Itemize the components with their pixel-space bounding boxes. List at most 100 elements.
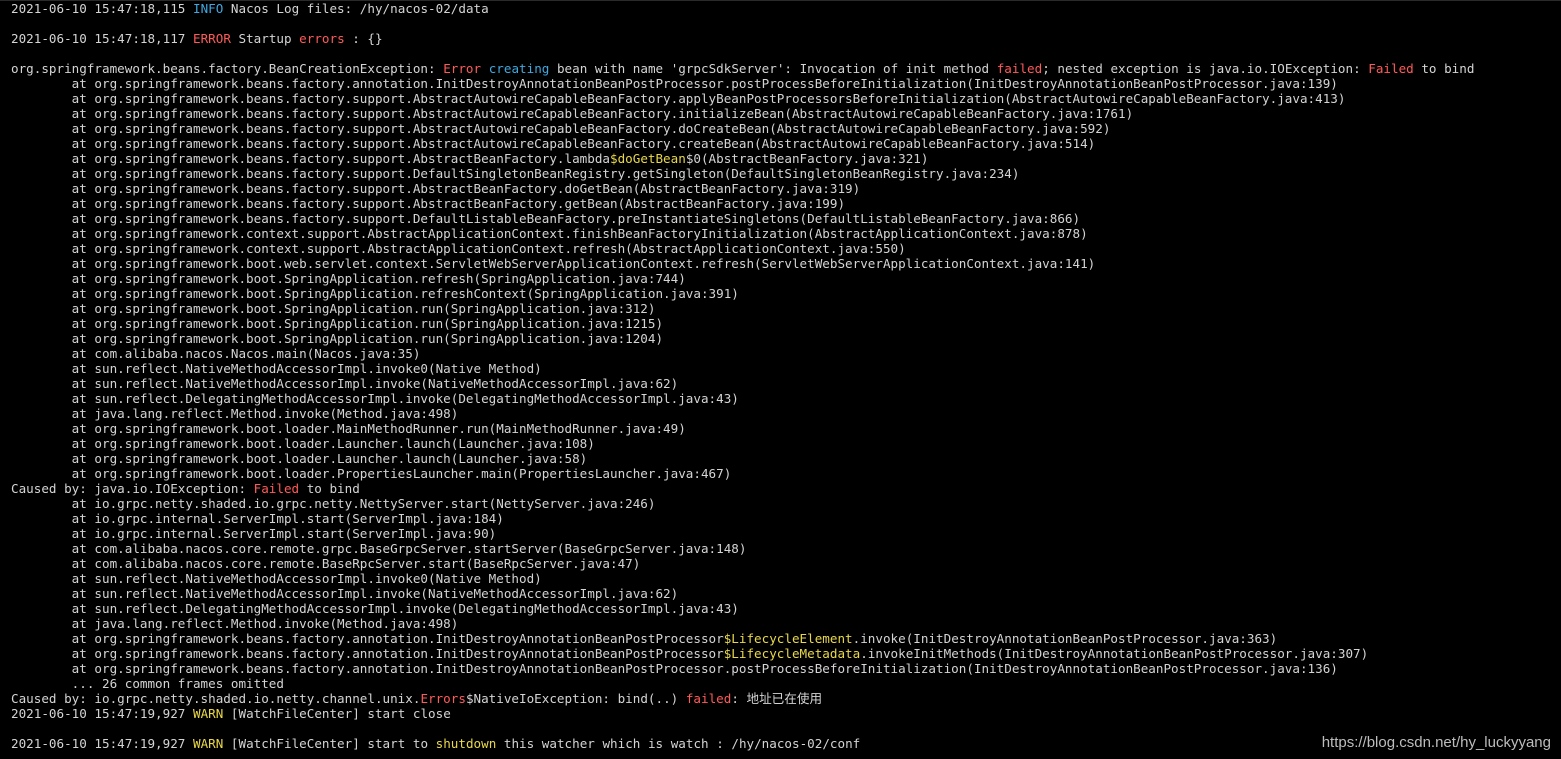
log-line: at org.springframework.context.support.A… bbox=[11, 226, 1561, 241]
log-segment: at org.springframework.boot.loader.Prope… bbox=[11, 466, 732, 481]
log-segment: [WatchFileCenter] start to bbox=[223, 736, 436, 751]
log-segment: $LifecycleElement bbox=[723, 631, 853, 646]
log-segment: at com.alibaba.nacos.Nacos.main(Nacos.ja… bbox=[11, 346, 421, 361]
log-segment: WARN bbox=[192, 706, 224, 721]
log-line: at org.springframework.beans.factory.sup… bbox=[11, 151, 1561, 166]
watermark: https://blog.csdn.net/hy_luckyyang bbox=[1321, 734, 1551, 751]
log-segment: at java.lang.reflect.Method.invoke(Metho… bbox=[11, 616, 459, 631]
log-line: at org.springframework.beans.factory.ann… bbox=[11, 661, 1561, 676]
log-line: at org.springframework.boot.web.servlet.… bbox=[11, 256, 1561, 271]
log-segment: at org.springframework.context.support.A… bbox=[11, 226, 1088, 241]
log-segment: at java.lang.reflect.Method.invoke(Metho… bbox=[11, 406, 459, 421]
log-segment: $0(AbstractBeanFactory.java:321) bbox=[685, 151, 929, 166]
log-segment: Failed bbox=[253, 481, 300, 496]
log-line: at org.springframework.boot.loader.Prope… bbox=[11, 466, 1561, 481]
log-segment: at org.springframework.beans.factory.sup… bbox=[11, 166, 1020, 181]
log-line: at org.springframework.boot.loader.MainM… bbox=[11, 421, 1561, 436]
log-segment: to bind bbox=[1413, 61, 1475, 76]
log-segment: at org.springframework.boot.SpringApplic… bbox=[11, 301, 656, 316]
log-line: at org.springframework.boot.SpringApplic… bbox=[11, 271, 1561, 286]
log-line: at java.lang.reflect.Method.invoke(Metho… bbox=[11, 616, 1561, 631]
log-segment: at org.springframework.beans.factory.ann… bbox=[11, 661, 1338, 676]
log-segment: [WatchFileCenter] start close bbox=[223, 706, 451, 721]
log-line: at sun.reflect.NativeMethodAccessorImpl.… bbox=[11, 571, 1561, 586]
log-line: at io.grpc.internal.ServerImpl.start(Ser… bbox=[11, 526, 1561, 541]
log-line: at sun.reflect.DelegatingMethodAccessorI… bbox=[11, 601, 1561, 616]
log-segment: Error bbox=[443, 61, 482, 76]
log-segment: at sun.reflect.DelegatingMethodAccessorI… bbox=[11, 601, 739, 616]
log-segment: at io.grpc.internal.ServerImpl.start(Ser… bbox=[11, 526, 497, 541]
log-segment: failed bbox=[996, 61, 1043, 76]
log-segment: .invoke(InitDestroyAnnotationBeanPostPro… bbox=[852, 631, 1278, 646]
log-line: org.springframework.beans.factory.BeanCr… bbox=[11, 61, 1561, 76]
log-line: at org.springframework.beans.factory.sup… bbox=[11, 121, 1561, 136]
log-line: at org.springframework.boot.loader.Launc… bbox=[11, 436, 1561, 451]
log-segment: at sun.reflect.NativeMethodAccessorImpl.… bbox=[11, 376, 679, 391]
log-segment: at org.springframework.beans.factory.ann… bbox=[11, 631, 724, 646]
log-line: at org.springframework.boot.loader.Launc… bbox=[11, 451, 1561, 466]
log-segment: WARN bbox=[192, 736, 224, 751]
log-segment: ERROR bbox=[192, 31, 231, 46]
log-segment: at org.springframework.beans.factory.sup… bbox=[11, 211, 1081, 226]
log-line: at io.grpc.internal.ServerImpl.start(Ser… bbox=[11, 511, 1561, 526]
log-segment: at org.springframework.beans.factory.sup… bbox=[11, 121, 1111, 136]
terminal-window[interactable]: 2021-06-10 15:47:18,115 INFO Nacos Log f… bbox=[0, 0, 1561, 759]
log-line: at sun.reflect.NativeMethodAccessorImpl.… bbox=[11, 376, 1561, 391]
log-line: at org.springframework.beans.factory.ann… bbox=[11, 76, 1561, 91]
log-segment: at org.springframework.boot.SpringApplic… bbox=[11, 271, 686, 286]
log-segment: shutdown bbox=[435, 736, 497, 751]
log-segment: $LifecycleMetadata bbox=[723, 646, 861, 661]
log-segment: Nacos Log files: /hy/nacos-02/data bbox=[223, 1, 489, 16]
log-segment: at com.alibaba.nacos.core.remote.BaseRpc… bbox=[11, 556, 641, 571]
log-segment: : {} bbox=[344, 31, 383, 46]
log-segment: org.springframework.beans.factory.BeanCr… bbox=[11, 61, 444, 76]
log-segment: at org.springframework.beans.factory.sup… bbox=[11, 136, 1096, 151]
log-segment: at org.springframework.boot.loader.Launc… bbox=[11, 451, 588, 466]
log-segment: at sun.reflect.NativeMethodAccessorImpl.… bbox=[11, 571, 542, 586]
log-line: at sun.reflect.NativeMethodAccessorImpl.… bbox=[11, 586, 1561, 601]
log-line: at org.springframework.boot.SpringApplic… bbox=[11, 331, 1561, 346]
log-line: at org.springframework.beans.factory.sup… bbox=[11, 106, 1561, 121]
log-segment: at org.springframework.boot.SpringApplic… bbox=[11, 316, 664, 331]
log-line: at org.springframework.beans.factory.sup… bbox=[11, 166, 1561, 181]
log-segment: at org.springframework.beans.factory.sup… bbox=[11, 181, 861, 196]
log-segment: 2021-06-10 15:47:18,115 bbox=[11, 1, 193, 16]
log-segment: this watcher which is watch : /hy/nacos-… bbox=[496, 736, 861, 751]
log-line: 2021-06-10 15:47:19,927 WARN [WatchFileC… bbox=[11, 706, 1561, 721]
log-line: Caused by: java.io.IOException: Failed t… bbox=[11, 481, 1561, 496]
log-line: at com.alibaba.nacos.core.remote.BaseRpc… bbox=[11, 556, 1561, 571]
log-segment: bean with name 'grpcSdkServer': Invocati… bbox=[549, 61, 997, 76]
log-segment: at org.springframework.beans.factory.sup… bbox=[11, 196, 846, 211]
log-segment: 2021-06-10 15:47:19,927 bbox=[11, 706, 193, 721]
log-segment: 2021-06-10 15:47:18,117 bbox=[11, 31, 193, 46]
log-line: at org.springframework.beans.factory.sup… bbox=[11, 91, 1561, 106]
log-segment: to bind bbox=[299, 481, 360, 496]
log-segment: Caused by: io.grpc.netty.shaded.io.netty… bbox=[11, 691, 421, 706]
log-segment bbox=[481, 61, 489, 76]
log-segment: at org.springframework.beans.factory.sup… bbox=[11, 91, 1346, 106]
log-line: at org.springframework.beans.factory.sup… bbox=[11, 181, 1561, 196]
log-segment: at org.springframework.beans.factory.ann… bbox=[11, 646, 724, 661]
log-segment: at sun.reflect.DelegatingMethodAccessorI… bbox=[11, 391, 739, 406]
log-segment: at sun.reflect.NativeMethodAccessorImpl.… bbox=[11, 361, 542, 376]
log-line: at org.springframework.beans.factory.sup… bbox=[11, 211, 1561, 226]
log-line: at org.springframework.beans.factory.sup… bbox=[11, 136, 1561, 151]
log-segment: at org.springframework.beans.factory.sup… bbox=[11, 106, 1134, 121]
log-segment: at org.springframework.beans.factory.ann… bbox=[11, 76, 1338, 91]
log-segment: $NativeIoException: bind(..) bbox=[465, 691, 686, 706]
log-output[interactable]: 2021-06-10 15:47:18,115 INFO Nacos Log f… bbox=[11, 1, 1561, 751]
log-segment: $doGetBean bbox=[609, 151, 686, 166]
log-segment: INFO bbox=[192, 1, 224, 16]
log-segment: at org.springframework.beans.factory.sup… bbox=[11, 151, 610, 166]
log-line: at java.lang.reflect.Method.invoke(Metho… bbox=[11, 406, 1561, 421]
log-segment: Failed bbox=[1368, 61, 1414, 76]
log-segment: .invokeInitMethods(InitDestroyAnnotation… bbox=[860, 646, 1369, 661]
log-line: at org.springframework.beans.factory.sup… bbox=[11, 196, 1561, 211]
log-segment: at org.springframework.boot.loader.MainM… bbox=[11, 421, 686, 436]
log-line: at sun.reflect.DelegatingMethodAccessorI… bbox=[11, 391, 1561, 406]
log-line: at com.alibaba.nacos.Nacos.main(Nacos.ja… bbox=[11, 346, 1561, 361]
log-segment: at sun.reflect.NativeMethodAccessorImpl.… bbox=[11, 586, 679, 601]
log-segment: ; nested exception is java.io.IOExceptio… bbox=[1042, 61, 1369, 76]
